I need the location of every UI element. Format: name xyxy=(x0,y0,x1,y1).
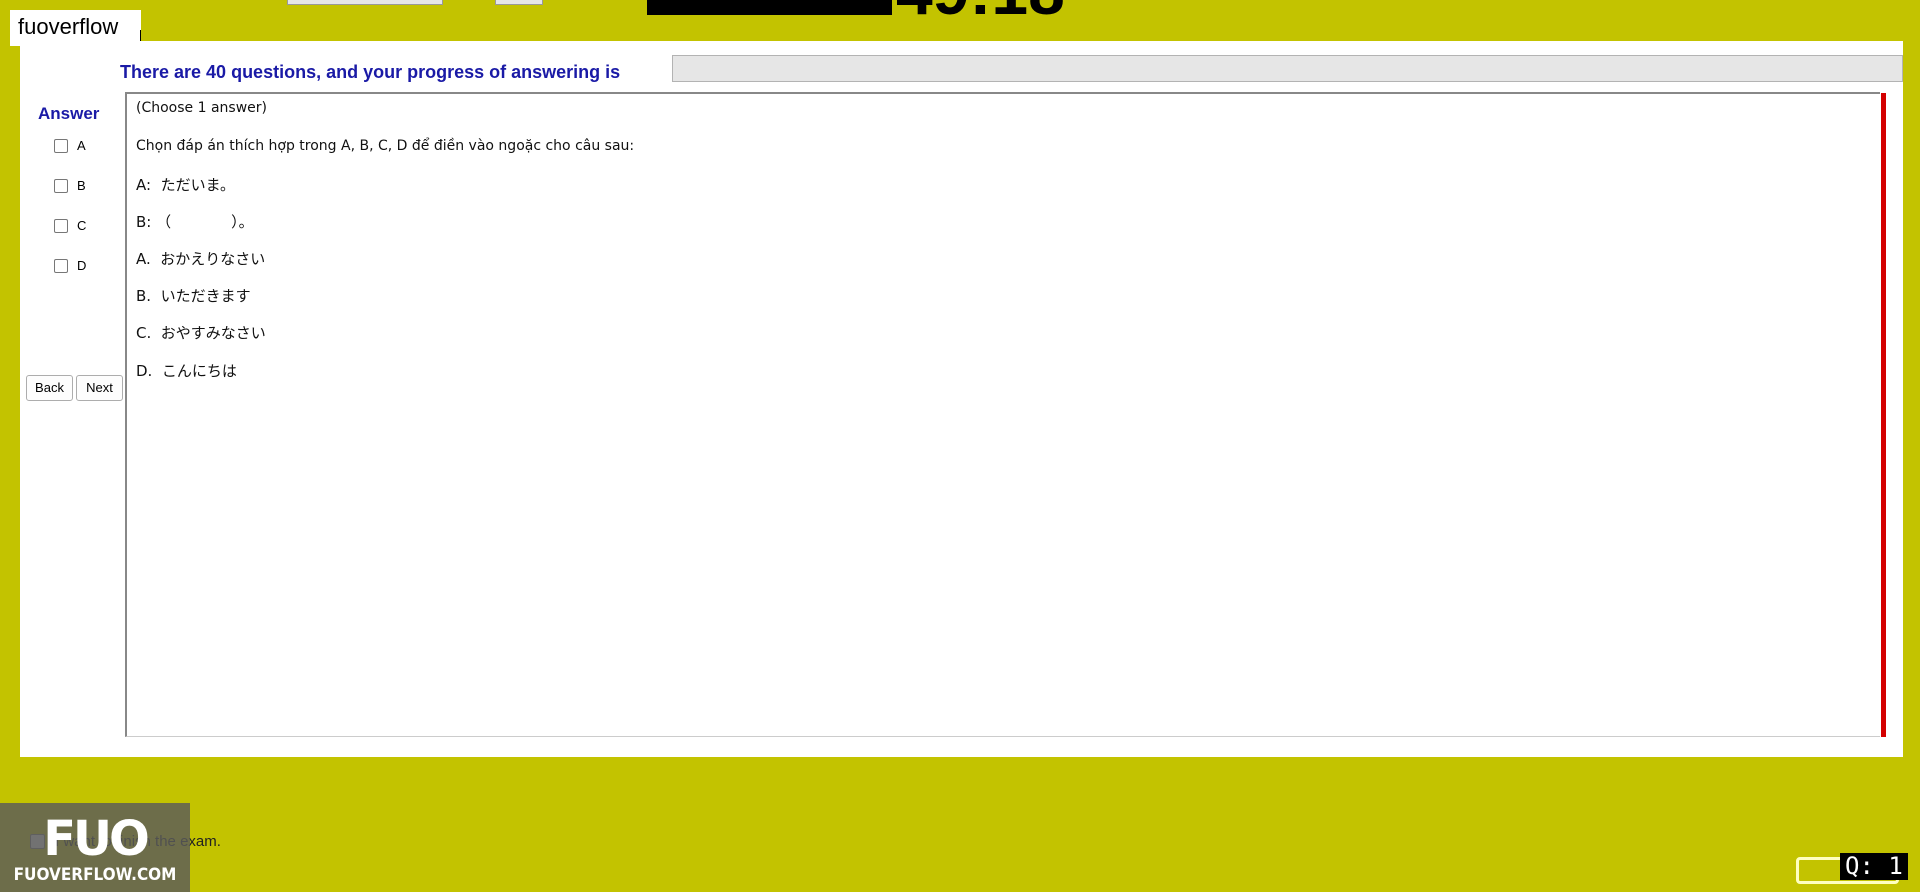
answer-checkbox-a[interactable] xyxy=(54,138,68,153)
answer-checkbox-c[interactable] xyxy=(54,218,68,233)
top-dropdown[interactable] xyxy=(287,0,443,5)
answer-title: Answer xyxy=(38,104,100,123)
progress-bar xyxy=(672,55,1903,82)
question-number-badge: Q: 1 xyxy=(1840,853,1908,880)
site-label-text: fuoverflow xyxy=(18,14,119,39)
watermark: FUO FUOVERFLOW.COM xyxy=(0,803,190,892)
answer-option-label: A xyxy=(77,138,86,153)
scrollbar[interactable] xyxy=(1881,93,1886,737)
progress-label: There are 40 questions, and your progres… xyxy=(120,62,621,82)
countdown-timer: 49:18 xyxy=(896,0,1065,24)
answer-option-b[interactable]: B xyxy=(54,178,86,193)
answer-checkbox-d[interactable] xyxy=(54,258,68,273)
choice-b: B. いただきます xyxy=(136,287,251,305)
next-button[interactable]: Next xyxy=(76,375,123,401)
answer-option-a[interactable]: A xyxy=(54,138,86,153)
answer-option-label: C xyxy=(77,218,87,233)
question-content: (Choose 1 answer) Chọn đáp án thích hợp … xyxy=(125,92,1880,737)
question-instruction: (Choose 1 answer) xyxy=(136,100,267,116)
top-small-control[interactable] xyxy=(495,0,543,5)
timer-box xyxy=(647,0,892,15)
answer-option-label: B xyxy=(77,178,86,193)
dialog-line-b: B: （ ）。 xyxy=(136,213,254,231)
dialog-line-a: A: ただいま。 xyxy=(136,176,235,194)
choice-c: C. おやすみなさい xyxy=(136,324,266,342)
answer-option-d[interactable]: D xyxy=(54,258,86,273)
watermark-logo: FUO xyxy=(43,811,150,867)
question-prompt: Chọn đáp án thích hợp trong A, B, C, D đ… xyxy=(136,138,635,154)
back-button[interactable]: Back xyxy=(26,375,73,401)
exam-panel: There are 40 questions, and your progres… xyxy=(20,41,1903,757)
choice-a: A. おかえりなさい xyxy=(136,250,266,268)
choice-d: D. こんにちは xyxy=(136,362,237,380)
answer-option-label: D xyxy=(77,258,87,273)
answer-option-c[interactable]: C xyxy=(54,218,86,233)
answer-checkbox-b[interactable] xyxy=(54,178,68,193)
watermark-text: FUOVERFLOW.COM xyxy=(13,865,177,885)
